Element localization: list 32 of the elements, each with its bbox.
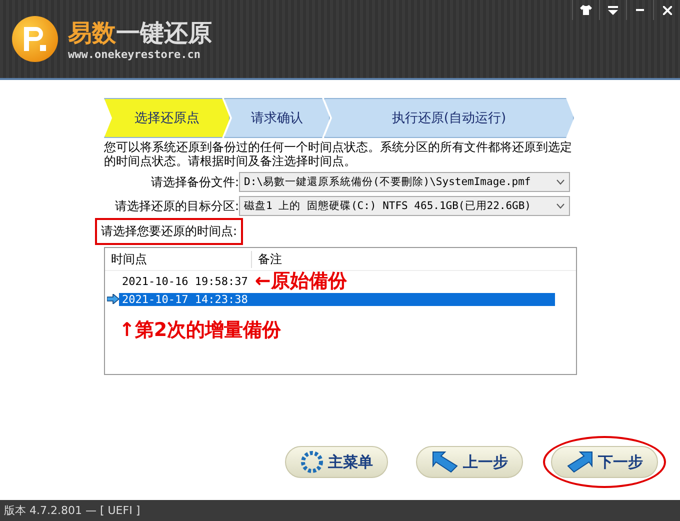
dropdown-field[interactable]: D:\易數一鍵還原系統備份(不要刪除)\SystemImage.pmf — [239, 172, 570, 192]
chevron-down-icon — [556, 179, 565, 185]
wizard-step: 请求确认 — [224, 98, 330, 138]
shirt-icon — [580, 5, 592, 15]
arrow-icon — [566, 450, 594, 474]
close-icon — [662, 6, 672, 14]
minimize-icon — [636, 9, 644, 11]
menu-button[interactable]: 主菜单 — [285, 446, 388, 478]
wizard-step: 执行还原(自动运行) — [324, 98, 574, 138]
annotation-text: ↑第2次的增量備份 — [119, 318, 282, 343]
dropdown-icon — [608, 5, 618, 15]
version-text: 版本 4.7.2.801 — [ UEFI ] — [0, 500, 680, 521]
annotation-text: ←原始備份 — [254, 269, 347, 294]
website-text: www.onekeyrestore.cn — [68, 48, 202, 60]
wizard-step: 选择还原点 — [104, 98, 230, 138]
field-label: 请选择备份文件: — [150, 174, 239, 190]
column-header[interactable]: 时间点 — [105, 250, 252, 268]
timepoint-label: 请选择您要还原的时间点: — [95, 218, 244, 245]
arrow-icon — [431, 450, 459, 474]
field-label: 请选择还原的目标分区: — [114, 198, 239, 214]
back-button[interactable]: 上一步 — [416, 446, 523, 478]
description-text: 您可以将系统还原到备份过的任何一个时间点状态。系统分区的所有文件都将还原到选定的时间点状态。请根据时间及备注选择时间点。 — [104, 140, 573, 168]
list-row[interactable]: 2021-10-16 19:58:37 — [119, 274, 251, 288]
column-header[interactable]: 备注 — [252, 250, 282, 268]
logo-icon — [12, 16, 58, 62]
dropdown-field[interactable]: 磁盘1 上的 固態硬碟(C:) NTFS 465.1GB(已用22.6GB) — [239, 196, 570, 216]
chevron-down-icon — [556, 203, 565, 209]
list-row[interactable]: 2021-10-17 14:23:38 — [119, 292, 555, 306]
app-title: 易数一键还原 — [68, 18, 212, 48]
next-button[interactable]: 下一步 — [551, 446, 658, 478]
arrow-icon — [107, 294, 119, 304]
refresh-icon — [300, 450, 324, 474]
